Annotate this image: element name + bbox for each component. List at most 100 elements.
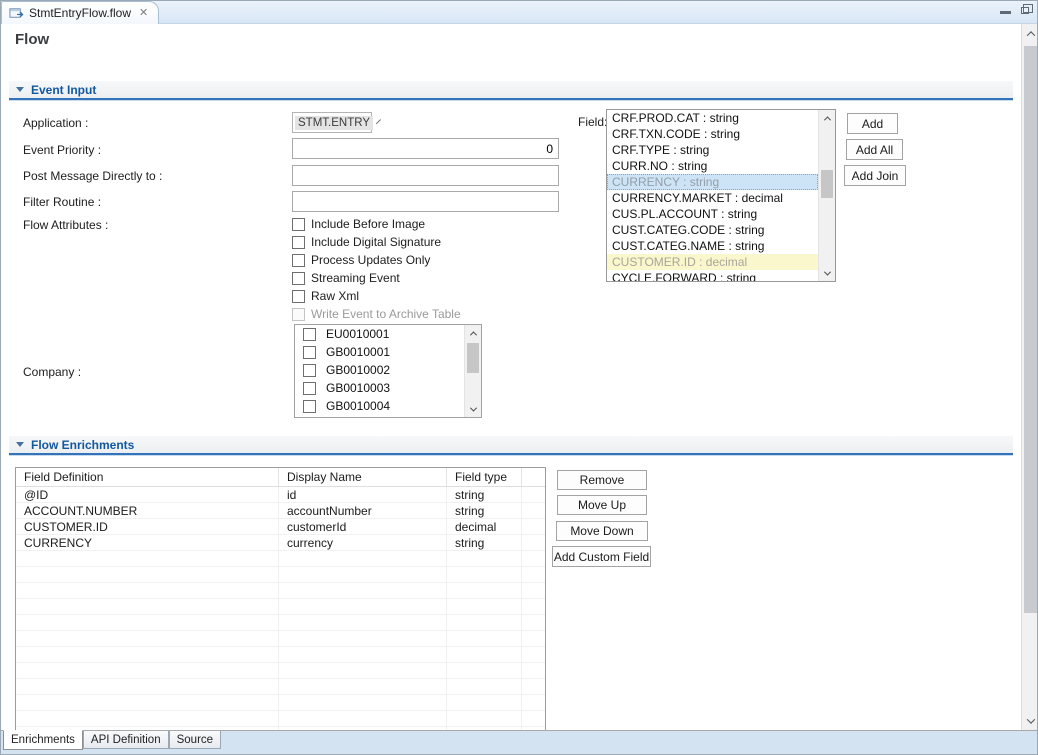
field-list-item[interactable]: CUS.PL.ACCOUNT : string [607, 206, 818, 222]
company-item[interactable]: GB0010004 [295, 397, 481, 415]
column-header-field-type[interactable]: Field type [447, 468, 522, 486]
company-label: GB0010001 [326, 345, 390, 359]
table-row[interactable]: ACCOUNT.NUMBER accountNumber string [16, 503, 545, 519]
scroll-down-icon[interactable] [1022, 712, 1038, 729]
company-checkbox[interactable] [303, 328, 316, 341]
tab-enrichments[interactable]: Enrichments [3, 730, 83, 750]
field-list-item-added[interactable]: CUSTOMER.ID : decimal [607, 254, 818, 270]
application-combo[interactable]: STMT.ENTRY [292, 112, 372, 133]
table-row[interactable]: CURRENCY currency string [16, 535, 545, 551]
field-list-item[interactable]: CRF.TXN.CODE : string [607, 126, 818, 142]
column-header-field-definition[interactable]: Field Definition [16, 468, 279, 486]
field-list-item[interactable]: CUST.CATEG.CODE : string [607, 222, 818, 238]
field-list-scrollbar[interactable] [818, 110, 835, 281]
add-button[interactable]: Add [847, 113, 898, 134]
table-row[interactable]: CUSTOMER.ID customerId decimal [16, 519, 545, 535]
company-item[interactable]: GB0010003 [295, 379, 481, 397]
cell-field-definition: ACCOUNT.NUMBER [16, 503, 279, 518]
collapse-triangle-icon[interactable] [16, 87, 24, 92]
cell-field-definition: CUSTOMER.ID [16, 519, 279, 534]
checkbox-include-before-image[interactable] [292, 218, 305, 231]
tab-source[interactable]: Source [169, 731, 221, 749]
scrollbar-thumb[interactable] [1024, 46, 1037, 613]
table-row-empty [16, 711, 545, 727]
scroll-up-icon[interactable] [819, 110, 835, 126]
editor-vertical-scrollbar[interactable] [1021, 24, 1038, 730]
field-list-item[interactable]: CYCLE.FORWARD : string [607, 270, 818, 282]
enrichments-table: Field Definition Display Name Field type… [15, 467, 546, 730]
bottom-tab-strip: Enrichments API Definition Source [1, 730, 1038, 755]
field-list-item-selected[interactable]: CURRENCY : string [607, 174, 818, 190]
cell-field-definition: @ID [16, 487, 279, 502]
restore-view-icon[interactable] [1021, 7, 1029, 14]
company-checkbox[interactable] [303, 382, 316, 395]
table-row-empty [16, 567, 545, 583]
scroll-up-icon[interactable] [465, 325, 481, 341]
field-list[interactable]: CRF.PROD.CAT : string CRF.TXN.CODE : str… [606, 109, 836, 282]
checkbox-streaming-event[interactable] [292, 272, 305, 285]
flow-editor-icon [9, 6, 24, 21]
cell-display-name: customerId [279, 519, 447, 534]
post-message-input[interactable] [292, 165, 559, 186]
table-row-empty [16, 695, 545, 711]
company-checkbox[interactable] [303, 400, 316, 413]
label-post-message: Post Message Directly to : [23, 169, 162, 183]
label-filter-routine: Filter Routine : [23, 195, 101, 209]
cell-field-type: string [447, 487, 522, 502]
company-checkbox[interactable] [303, 364, 316, 377]
collapse-triangle-icon[interactable] [16, 442, 24, 447]
checkbox-include-digital-signature[interactable] [292, 236, 305, 249]
table-row[interactable]: @ID id string [16, 487, 545, 503]
checkbox-process-updates-only[interactable] [292, 254, 305, 267]
company-list-scrollbar[interactable] [464, 325, 481, 417]
minimize-view-icon[interactable] [1000, 5, 1011, 14]
column-header-display-name[interactable]: Display Name [279, 468, 447, 486]
add-custom-field-button[interactable]: Add Custom Field [552, 546, 651, 567]
application-combo-value: STMT.ENTRY [295, 116, 373, 130]
company-item[interactable]: EU0010001 [295, 325, 481, 343]
field-list-item[interactable]: CUST.CATEG.NAME : string [607, 238, 818, 254]
editor-tab-stmtentryflow[interactable]: StmtEntryFlow.flow ✕ [1, 1, 159, 24]
field-list-item[interactable]: CRF.TYPE : string [607, 142, 818, 158]
add-all-button[interactable]: Add All [846, 139, 903, 160]
add-join-button[interactable]: Add Join [844, 165, 906, 186]
tab-api-definition[interactable]: API Definition [83, 731, 169, 749]
scrollbar-thumb[interactable] [821, 170, 833, 198]
move-down-button[interactable]: Move Down [556, 521, 648, 541]
company-item[interactable]: GB0010002 [295, 361, 481, 379]
company-item[interactable]: GB0010005 [295, 415, 481, 418]
table-row-empty [16, 679, 545, 695]
editor-tab-title: StmtEntryFlow.flow [29, 6, 131, 20]
field-list-item[interactable]: CRF.PROD.CAT : string [607, 110, 818, 126]
section-title-event-input: Event Input [31, 83, 96, 97]
table-row-empty [16, 647, 545, 663]
field-list-item[interactable]: CURRENCY.MARKET : decimal [607, 190, 818, 206]
event-priority-input[interactable] [292, 138, 559, 159]
scroll-up-icon[interactable] [1022, 25, 1038, 42]
checkbox-raw-xml[interactable] [292, 290, 305, 303]
company-label: GB0010003 [326, 381, 390, 395]
label-event-priority: Event Priority : [23, 143, 101, 157]
field-list-item[interactable]: CURR.NO : string [607, 158, 818, 174]
view-controls [1000, 5, 1029, 14]
cell-field-type: string [447, 503, 522, 518]
company-checkbox[interactable] [303, 346, 316, 359]
scroll-down-icon[interactable] [819, 265, 835, 281]
company-item[interactable]: GB0010001 [295, 343, 481, 361]
scroll-down-icon[interactable] [465, 401, 481, 417]
section-header-event-input[interactable]: Event Input [9, 81, 1013, 98]
company-checkbox[interactable] [303, 418, 316, 419]
remove-button[interactable]: Remove [557, 470, 647, 490]
scrollbar-thumb[interactable] [467, 343, 479, 373]
label-field: Field: [578, 115, 607, 129]
section-header-flow-enrichments[interactable]: Flow Enrichments [9, 436, 1013, 453]
table-row-empty [16, 599, 545, 615]
cell-display-name: id [279, 487, 447, 502]
table-row-empty [16, 663, 545, 679]
move-up-button[interactable]: Move Up [557, 495, 647, 515]
close-tab-icon[interactable]: ✕ [139, 8, 148, 19]
label-company: Company : [23, 365, 81, 379]
company-list[interactable]: EU0010001 GB0010001 GB0010002 GB0010003 … [294, 324, 482, 418]
filter-routine-input[interactable] [292, 191, 559, 212]
attribute-row: Streaming Event [292, 271, 400, 285]
